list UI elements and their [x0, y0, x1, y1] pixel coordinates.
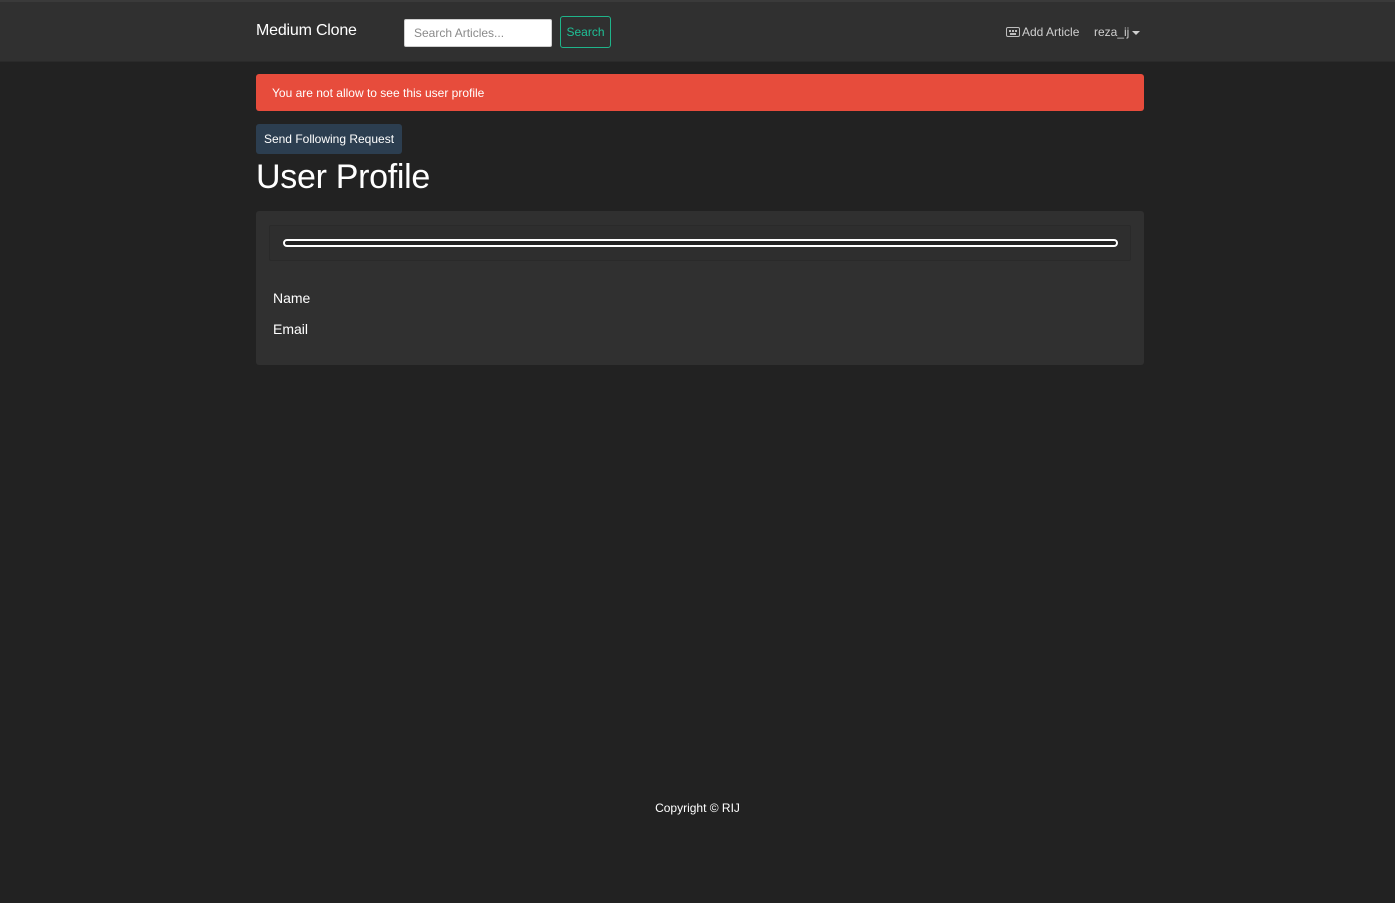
add-article-link[interactable]: Add Article — [1006, 25, 1079, 39]
page-title: User Profile — [256, 158, 431, 196]
search-input[interactable] — [404, 19, 552, 47]
name-label: Name — [273, 290, 311, 306]
profile-progress-well — [269, 225, 1131, 261]
navbar: Medium Clone Search Add Article reza_ij — [0, 0, 1395, 62]
email-label: Email — [273, 321, 309, 337]
profile-progress-bar — [283, 239, 1118, 247]
brand-link[interactable]: Medium Clone — [256, 22, 357, 40]
copyright-text: Copyright © RIJ — [655, 801, 740, 815]
caret-down-icon — [1132, 30, 1141, 35]
alert-message: You are not allow to see this user profi… — [272, 86, 485, 100]
add-article-label: Add Article — [1022, 25, 1080, 39]
profile-card: Name Email — [256, 211, 1144, 365]
error-alert: You are not allow to see this user profi… — [256, 74, 1144, 111]
send-following-request-button[interactable]: Send Following Request — [256, 124, 402, 154]
username-label: reza_ij — [1094, 25, 1130, 39]
footer: Copyright © RIJ — [0, 801, 1395, 815]
search-button[interactable]: Search — [560, 16, 611, 48]
user-menu-dropdown[interactable]: reza_ij — [1094, 25, 1141, 39]
keyboard-icon — [1006, 27, 1020, 37]
